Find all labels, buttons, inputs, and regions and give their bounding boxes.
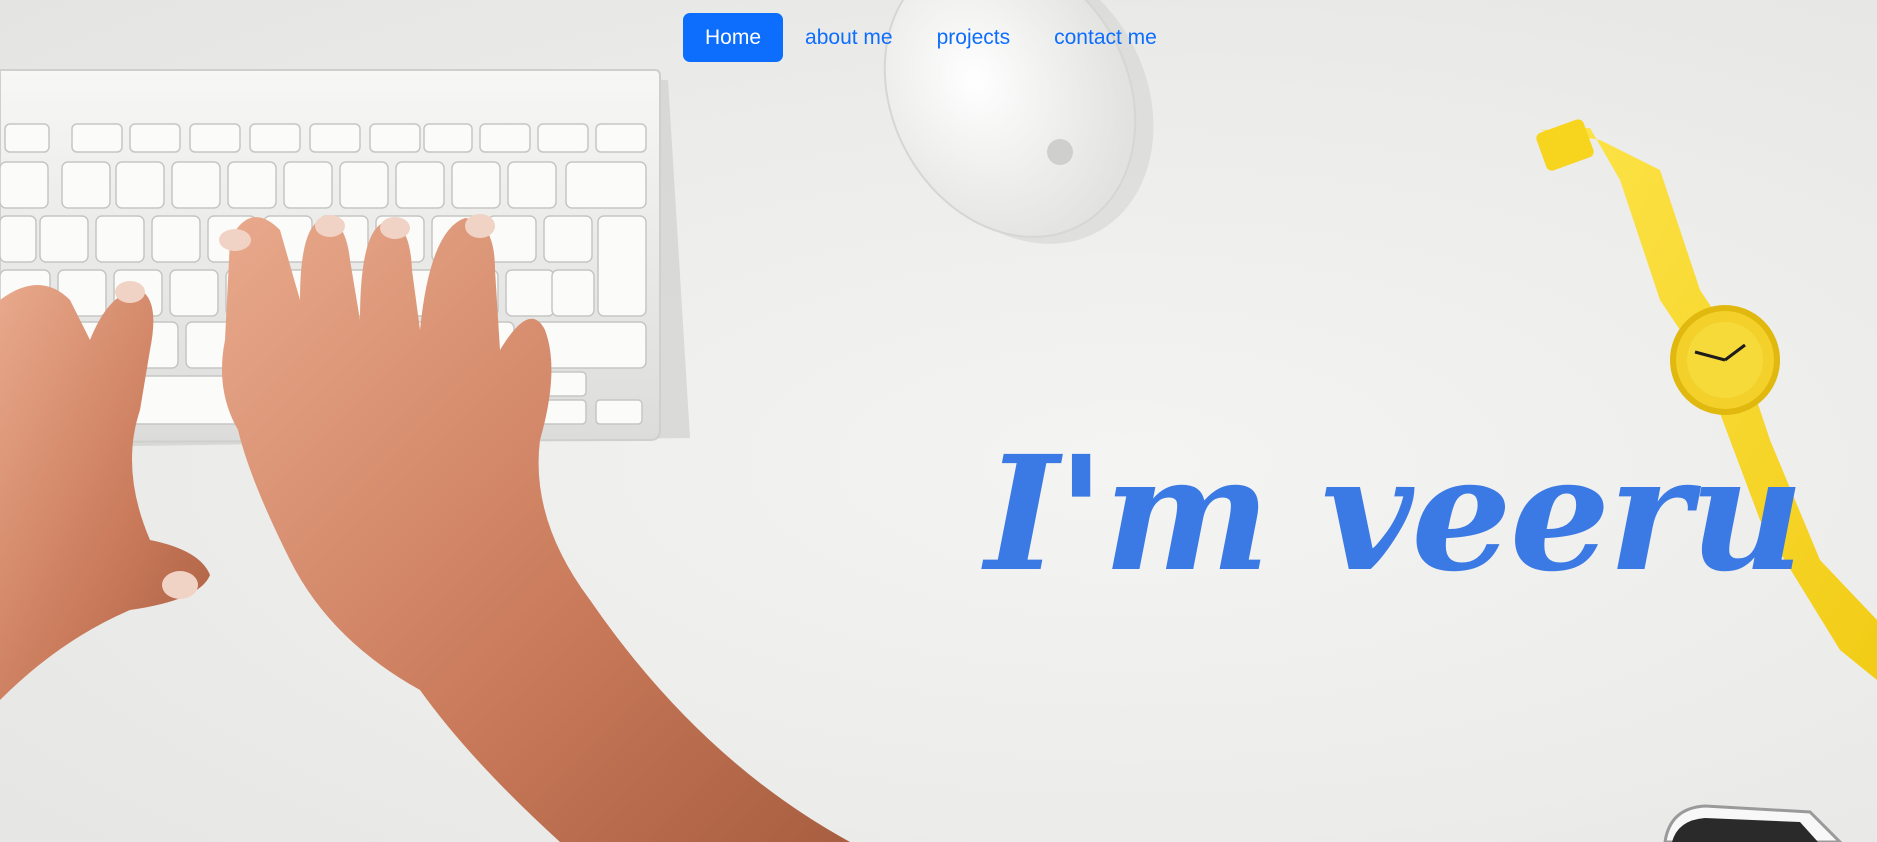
nav-projects-link[interactable]: projects xyxy=(915,13,1033,62)
hero-headline: I'm veeru xyxy=(985,421,1804,607)
hero-background-photo xyxy=(0,0,1877,842)
nav-contact-link[interactable]: contact me xyxy=(1032,13,1179,62)
hero-section: Home about me projects contact me I'm ve… xyxy=(0,0,1877,842)
nav-about-link[interactable]: about me xyxy=(783,13,915,62)
main-nav: Home about me projects contact me xyxy=(683,13,1179,62)
nav-home-link[interactable]: Home xyxy=(683,13,784,62)
